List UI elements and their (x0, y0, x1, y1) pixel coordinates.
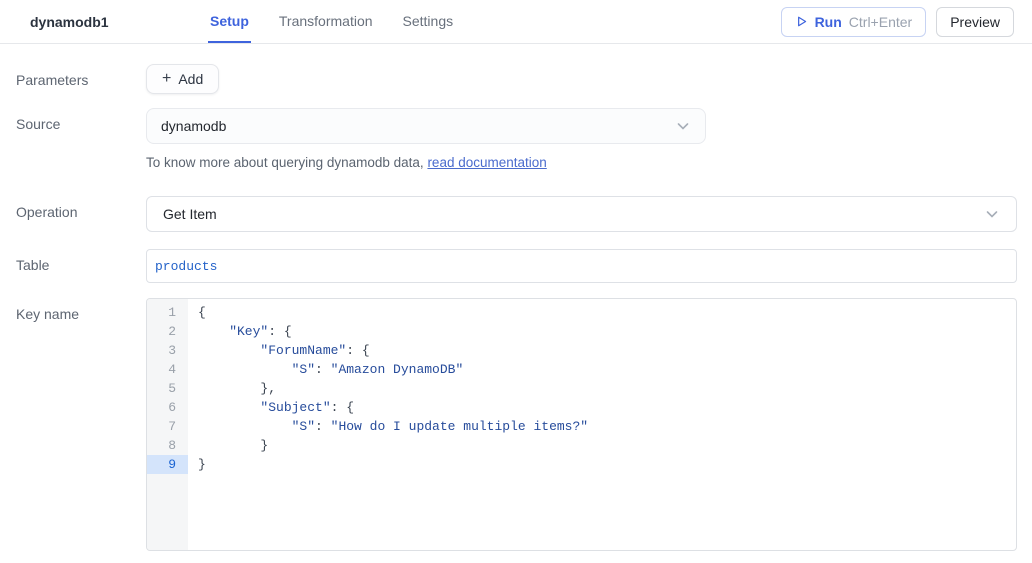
operation-row: Operation Get Item (16, 196, 1017, 232)
key-name-row: Key name 123456789 { "Key": { "ForumName… (16, 298, 1017, 551)
documentation-link[interactable]: read documentation (427, 155, 546, 170)
run-button[interactable]: Run Ctrl+Enter (781, 7, 927, 37)
play-icon (795, 15, 808, 28)
code-line: "S": "Amazon DynamoDB" (198, 360, 1016, 379)
table-input[interactable] (146, 249, 1017, 283)
run-label: Run (815, 14, 842, 30)
line-number: 6 (147, 398, 188, 417)
plus-icon: + (162, 71, 171, 87)
tab-settings[interactable]: Settings (401, 0, 456, 43)
code-line: } (198, 455, 1016, 474)
code-line: } (198, 436, 1016, 455)
operation-select[interactable]: Get Item (146, 196, 1017, 232)
add-parameter-button[interactable]: + Add (146, 64, 219, 94)
parameters-row: Parameters + Add (16, 64, 1017, 94)
query-editor-header: dynamodb1 Setup Transformation Settings … (0, 0, 1032, 44)
source-help-text: To know more about querying dynamodb dat… (146, 155, 1017, 170)
operation-select-value: Get Item (163, 206, 217, 222)
code-line: }, (198, 379, 1016, 398)
chevron-down-icon (984, 206, 1000, 222)
tab-setup[interactable]: Setup (208, 0, 251, 43)
line-number: 1 (147, 303, 188, 322)
header-actions: Run Ctrl+Enter Preview (781, 0, 1014, 43)
line-number: 8 (147, 436, 188, 455)
source-select-value: dynamodb (161, 118, 226, 134)
code-editor-lines[interactable]: { "Key": { "ForumName": { "S": "Amazon D… (188, 299, 1016, 550)
query-setup-form: Parameters + Add Source dynamodb To know… (0, 44, 1032, 551)
source-row: Source dynamodb To know more about query… (16, 108, 1017, 170)
tab-transformation[interactable]: Transformation (277, 0, 375, 43)
table-label: Table (16, 249, 146, 283)
line-number: 2 (147, 322, 188, 341)
line-number: 7 (147, 417, 188, 436)
parameters-label: Parameters (16, 64, 146, 94)
key-name-code-editor[interactable]: 123456789 { "Key": { "ForumName": { "S":… (146, 298, 1017, 551)
key-name-label: Key name (16, 298, 146, 551)
line-number: 5 (147, 379, 188, 398)
code-line: { (198, 303, 1016, 322)
line-number: 3 (147, 341, 188, 360)
code-editor-gutter: 123456789 (147, 299, 188, 550)
code-line: "S": "How do I update multiple items?" (198, 417, 1016, 436)
line-number: 9 (147, 455, 188, 474)
source-select[interactable]: dynamodb (146, 108, 706, 144)
code-line: "Key": { (198, 322, 1016, 341)
line-number: 4 (147, 360, 188, 379)
operation-label: Operation (16, 196, 146, 232)
tab-bar: Setup Transformation Settings (208, 0, 455, 43)
run-shortcut: Ctrl+Enter (849, 14, 912, 30)
preview-button[interactable]: Preview (936, 7, 1014, 37)
source-label: Source (16, 108, 146, 170)
table-row: Table (16, 249, 1017, 283)
query-name: dynamodb1 (30, 14, 180, 30)
code-line: "Subject": { (198, 398, 1016, 417)
chevron-down-icon (675, 118, 691, 134)
code-line: "ForumName": { (198, 341, 1016, 360)
